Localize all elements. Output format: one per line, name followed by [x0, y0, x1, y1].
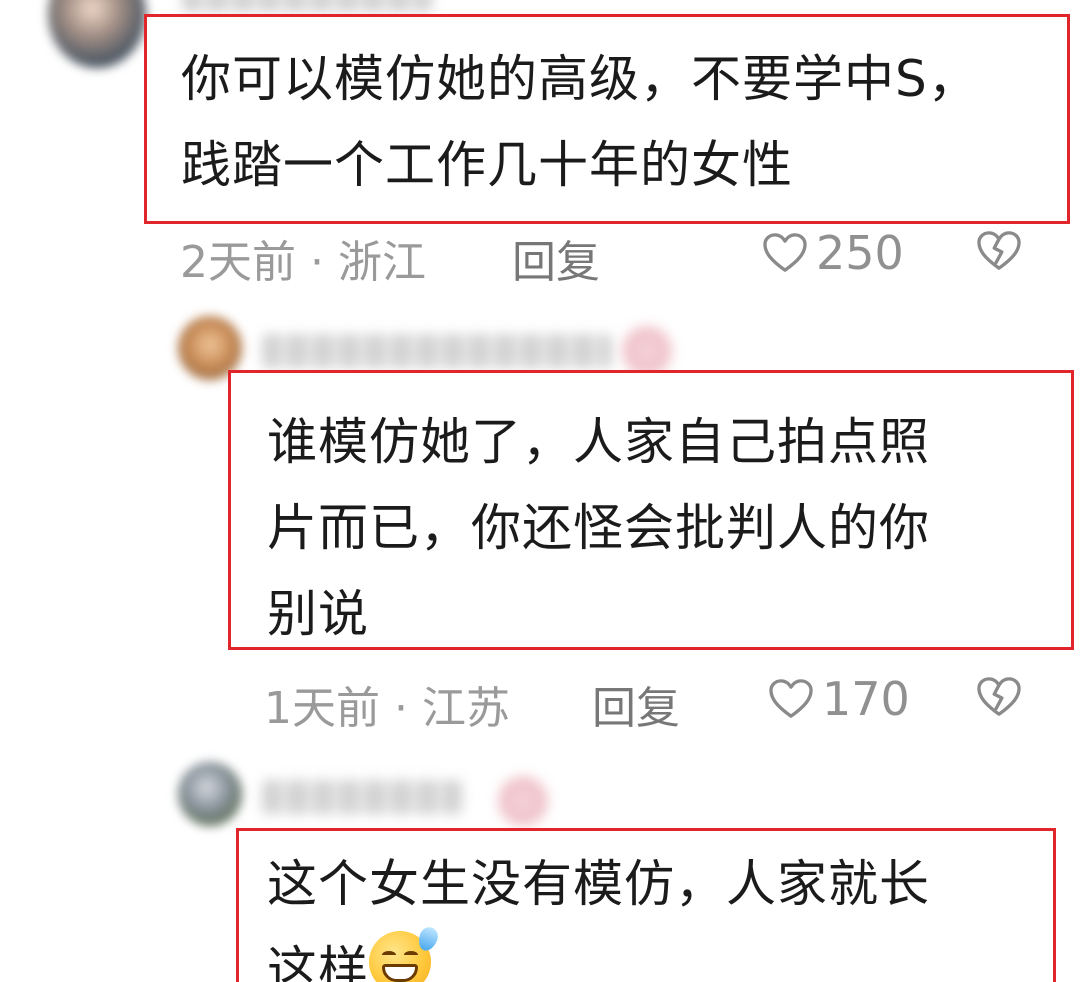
- dislike-button[interactable]: [976, 230, 1022, 283]
- username-blurred[interactable]: [182, 0, 432, 12]
- like-button[interactable]: 250: [762, 226, 904, 280]
- heart-outline-icon: [769, 679, 813, 718]
- comment-text: 你可以模仿她的高级，不要学中S， 践踏一个工作几十年的女性: [181, 50, 979, 194]
- highlight-box: 谁模仿她了，人家自己拍点照 片而已，你还怪会批判人的你 别说: [228, 370, 1074, 650]
- heart-outline-icon: [763, 233, 807, 272]
- comment-text: 这个女生没有模仿，人家就长 这样: [267, 841, 1047, 982]
- comment-text: 谁模仿她了，人家自己拍点照 片而已，你还怪会批判人的你 别说: [267, 413, 930, 643]
- like-count: 250: [816, 226, 904, 280]
- blurred-sticker: [622, 326, 672, 376]
- comment-text-body: 这个女生没有模仿，人家就长 这样: [267, 855, 930, 982]
- highlight-box: 你可以模仿她的高级，不要学中S， 践踏一个工作几十年的女性: [144, 14, 1070, 224]
- like-count: 170: [822, 672, 910, 726]
- broken-heart-icon: [977, 677, 1021, 716]
- comment-meta: 2天前 · 浙江 回复 250: [0, 226, 1080, 288]
- broken-heart-icon: [977, 231, 1021, 270]
- comment-meta: 1天前 · 江苏 回复 170: [0, 672, 1080, 734]
- dislike-button[interactable]: [976, 676, 1022, 729]
- blurred-sticker: [498, 776, 548, 826]
- reply-button[interactable]: 回复: [512, 226, 600, 290]
- username-blurred[interactable]: [262, 334, 612, 368]
- grinning-sweat-emoji: [369, 924, 441, 982]
- user-avatar[interactable]: [48, 0, 146, 68]
- username-blurred[interactable]: [262, 780, 462, 814]
- reply-button[interactable]: 回复: [592, 672, 680, 736]
- highlight-box: 这个女生没有模仿，人家就长 这样: [236, 828, 1056, 982]
- user-avatar[interactable]: [178, 762, 242, 826]
- time-location: 1天前 · 江苏: [264, 683, 510, 734]
- time-location: 2天前 · 浙江: [180, 237, 426, 288]
- like-button[interactable]: 170: [768, 672, 910, 726]
